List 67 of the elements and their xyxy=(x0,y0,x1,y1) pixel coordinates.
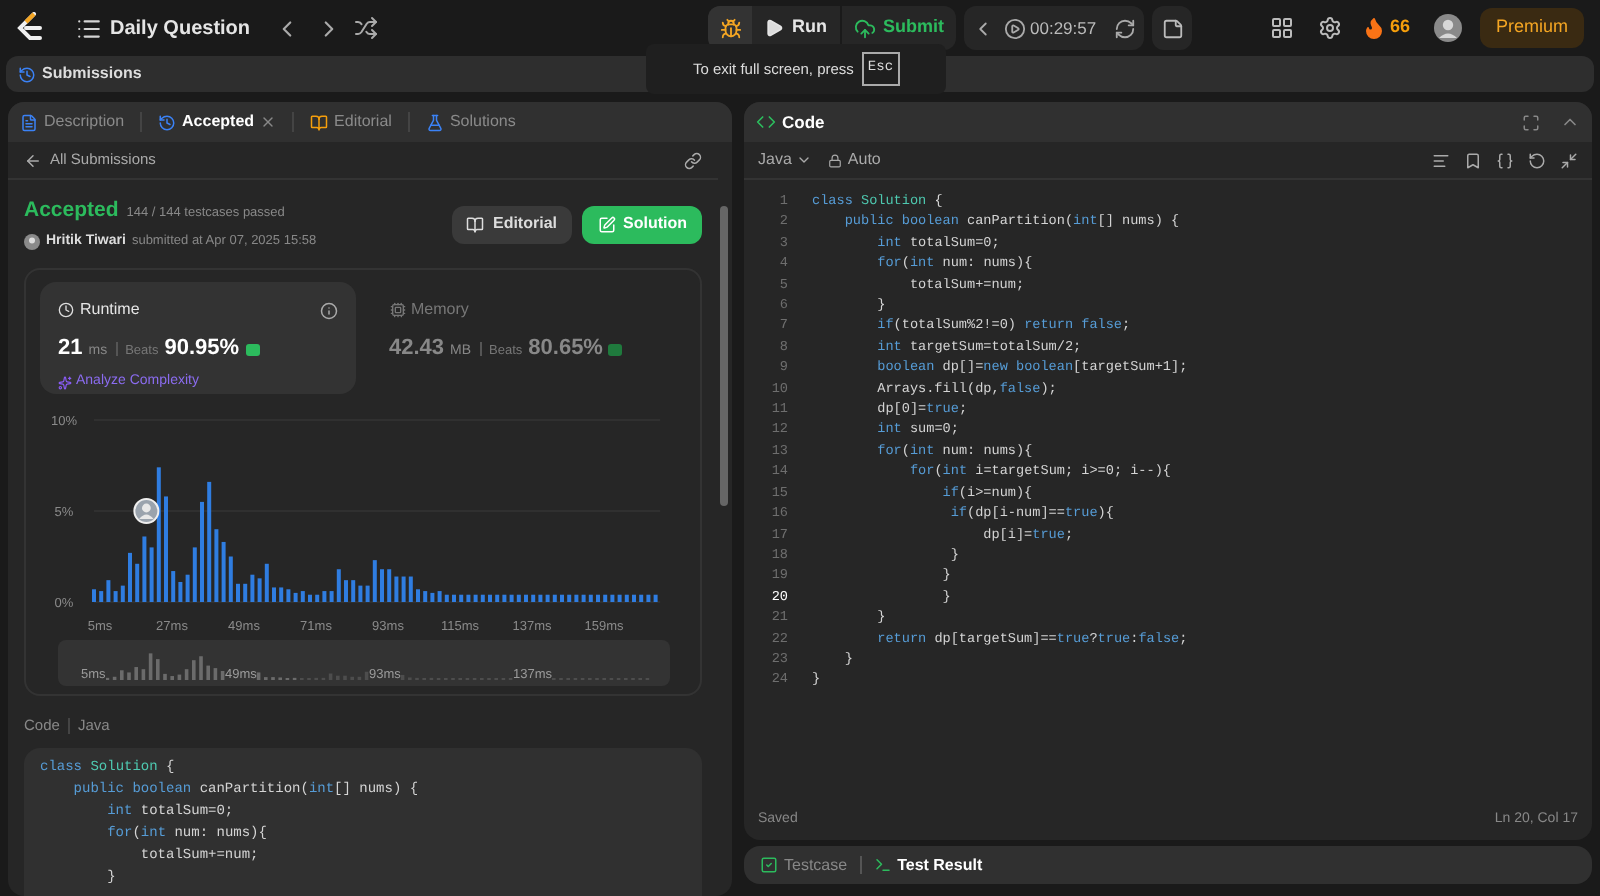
avatar-marker[interactable] xyxy=(133,498,160,525)
submissions-icon xyxy=(18,65,36,83)
minimize-icon[interactable] xyxy=(1560,151,1578,169)
problem-list-icon[interactable] xyxy=(76,15,102,41)
metric-value: 21 xyxy=(58,334,83,365)
metric-title: Memory xyxy=(411,298,469,323)
lock-icon xyxy=(827,153,842,167)
timer-icon[interactable] xyxy=(1004,17,1027,39)
flame-icon[interactable] xyxy=(1361,16,1386,40)
code-icon xyxy=(756,112,776,132)
pen-icon xyxy=(597,215,615,234)
panel-tab[interactable]: Description xyxy=(20,110,125,134)
bookmark-icon[interactable] xyxy=(1464,151,1482,169)
clock-icon xyxy=(58,302,74,319)
metric-value: 42.43 xyxy=(389,334,445,365)
document-icon xyxy=(20,113,38,131)
beats-icon xyxy=(245,343,260,355)
status-text: Accepted xyxy=(24,196,119,226)
format-icon[interactable] xyxy=(1432,151,1450,169)
streak-count[interactable]: 66 xyxy=(1389,14,1410,42)
reset-code-icon[interactable] xyxy=(1528,151,1546,169)
checkbox-icon xyxy=(760,856,778,874)
book-icon xyxy=(466,215,485,234)
back-arrow-icon[interactable] xyxy=(24,151,42,169)
avatar-icon[interactable] xyxy=(1433,14,1462,42)
submissions-title: Submissions xyxy=(42,62,142,86)
layout-icon[interactable] xyxy=(1269,16,1294,40)
history-icon xyxy=(158,113,177,131)
editor-title: Code xyxy=(782,109,825,135)
metric-title: Runtime xyxy=(80,298,140,323)
chip-icon xyxy=(389,302,405,319)
fullscreen-icon[interactable] xyxy=(1522,113,1540,131)
beats-value: 80.65% xyxy=(528,334,603,365)
problem-list-title[interactable]: Daily Question xyxy=(110,13,251,43)
shuffle-icon[interactable] xyxy=(354,16,379,40)
cloud-upload-icon xyxy=(853,17,876,39)
info-icon[interactable] xyxy=(319,301,337,320)
play-icon xyxy=(764,18,785,38)
author-avatar-icon xyxy=(24,234,40,250)
sparkle-icon xyxy=(58,375,72,389)
beats-value: 90.95% xyxy=(164,334,240,365)
flask-icon xyxy=(425,113,444,131)
terminal-icon xyxy=(873,856,892,874)
editorial-button[interactable]: Editorial xyxy=(452,205,572,244)
note-icon xyxy=(1161,17,1184,39)
link-icon[interactable] xyxy=(684,151,702,169)
book-icon xyxy=(310,113,329,131)
notes-button[interactable] xyxy=(1152,6,1193,50)
bug-icon xyxy=(719,17,742,39)
console-tab[interactable]: Testcase xyxy=(760,853,848,877)
timer-text: 00:29:57 xyxy=(1030,15,1097,41)
panel-tab[interactable]: Accepted xyxy=(158,110,255,134)
runtime-bar[interactable] xyxy=(156,467,161,603)
braces-icon[interactable] xyxy=(1496,151,1514,169)
settings-icon[interactable] xyxy=(1317,16,1342,40)
close-icon[interactable] xyxy=(260,114,277,130)
run-button[interactable]: Run xyxy=(752,6,840,50)
premium-button[interactable]: Premium xyxy=(1479,8,1584,48)
console-tab[interactable]: Test Result xyxy=(873,853,983,877)
beats-icon xyxy=(608,343,623,355)
language-dropdown[interactable]: Java xyxy=(758,148,812,172)
panel-tab[interactable]: Editorial xyxy=(310,110,392,134)
mode-label[interactable]: Auto xyxy=(847,148,881,172)
panel-tab[interactable]: Solutions xyxy=(425,110,516,134)
chevron-down-icon xyxy=(795,152,812,168)
reset-icon[interactable] xyxy=(1114,17,1137,39)
logo-icon[interactable] xyxy=(16,12,44,44)
